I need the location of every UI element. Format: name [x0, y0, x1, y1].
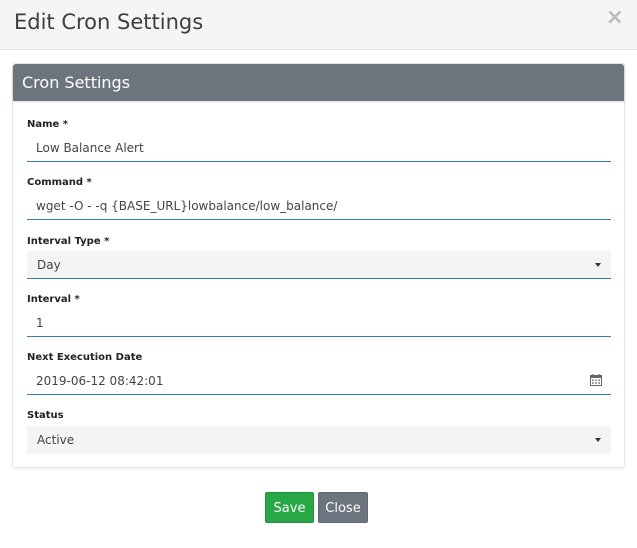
interval-input[interactable]: 1	[27, 309, 611, 337]
card-title: Cron Settings	[22, 73, 131, 92]
name-label: Name *	[27, 119, 69, 130]
close-icon[interactable]: ×	[606, 6, 624, 30]
status-select[interactable]: Active	[27, 426, 611, 454]
card-header: Cron Settings	[13, 64, 624, 101]
modal-header: Edit Cron Settings ×	[0, 0, 637, 50]
command-label: Command *	[27, 177, 92, 188]
interval-type-label: Interval Type *	[27, 236, 110, 247]
next-execution-date-input[interactable]: 2019-06-12 08:42:01	[27, 367, 611, 395]
status-label: Status	[27, 410, 64, 421]
interval-type-select[interactable]: Day	[27, 251, 611, 279]
cron-settings-card: Cron Settings Name * Low Balance Alert C…	[12, 63, 625, 468]
next-execution-date-label: Next Execution Date	[27, 352, 143, 363]
status-value: Active	[37, 433, 75, 447]
next-execution-date-value: 2019-06-12 08:42:01	[36, 374, 164, 388]
dropdown-caret-icon	[595, 438, 601, 442]
command-input[interactable]: wget -O - -q {BASE_URL}lowbalance/low_ba…	[27, 192, 611, 220]
modal-title: Edit Cron Settings	[14, 10, 204, 34]
interval-label: Interval *	[27, 294, 80, 305]
name-input[interactable]: Low Balance Alert	[27, 134, 611, 162]
save-button[interactable]: Save	[265, 492, 314, 523]
close-button[interactable]: Close	[318, 492, 368, 523]
dropdown-caret-icon	[595, 263, 601, 267]
interval-type-value: Day	[37, 258, 61, 272]
calendar-icon[interactable]	[590, 374, 602, 386]
